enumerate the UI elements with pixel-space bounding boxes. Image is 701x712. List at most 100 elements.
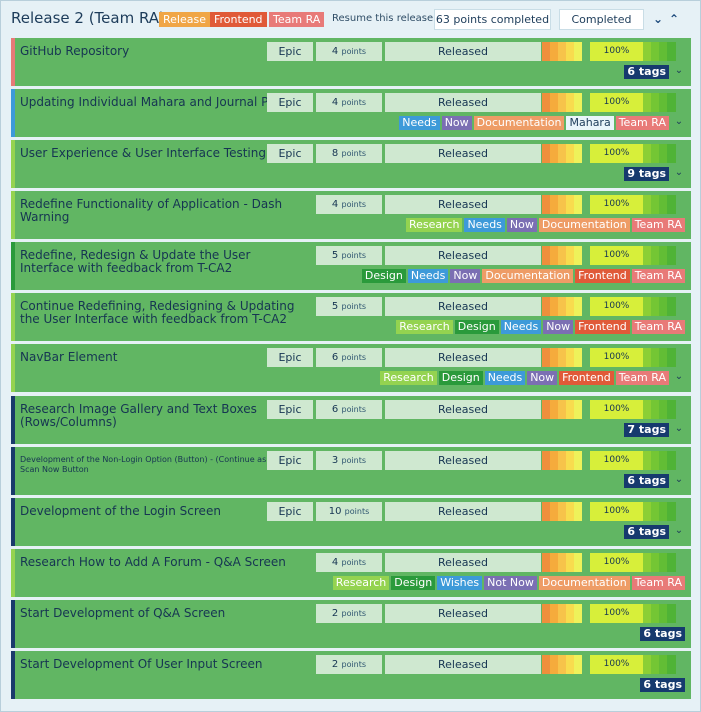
tag-team-ra[interactable]: Team RA (631, 218, 685, 232)
tag-count-badge[interactable]: 6 tags (624, 525, 669, 539)
feature-title[interactable]: GitHub Repository (20, 45, 305, 58)
feature-row[interactable]: Research How to Add A Forum - Q&A Screen… (11, 549, 691, 597)
tag-documentation[interactable]: Documentation (482, 269, 574, 283)
header-tag-frontend[interactable]: Frontend (210, 12, 267, 27)
points-field[interactable]: 8 points (316, 144, 382, 163)
feature-row[interactable]: Research Image Gallery and Text Boxes (R… (11, 396, 691, 444)
tag-count-badge[interactable]: 9 tags (624, 167, 669, 181)
status-field[interactable]: Released (385, 451, 541, 470)
feature-title[interactable]: Updating Individual Mahara and Journal P… (20, 96, 305, 109)
epic-badge[interactable]: Epic (267, 42, 313, 61)
tag-frontend[interactable]: Frontend (575, 320, 630, 334)
feature-title[interactable]: Redefine, Redesign & Update the User Int… (20, 249, 305, 275)
header-tag-team-ra[interactable]: Team RA (269, 12, 325, 27)
tag-team-ra[interactable]: Team RA (615, 116, 669, 130)
expand-chevron-icon[interactable]: ⌄ (673, 166, 685, 180)
epic-badge[interactable]: Epic (267, 451, 313, 470)
expand-chevron-icon[interactable]: ⌄ (673, 64, 685, 78)
feature-title[interactable]: Development of the Login Screen (20, 505, 305, 518)
epic-badge[interactable]: Epic (267, 93, 313, 112)
tag-needs[interactable]: Needs (464, 218, 505, 232)
feature-row[interactable]: User Experience & User Interface Testing… (11, 140, 691, 188)
expand-chevron-icon[interactable]: ⌄ (673, 370, 685, 384)
tag-research[interactable]: Research (396, 320, 453, 334)
expand-chevron-icon[interactable]: ⌄ (673, 473, 685, 487)
tag-not-now[interactable]: Not Now (484, 576, 537, 590)
epic-badge[interactable]: Epic (267, 144, 313, 163)
tag-documentation[interactable]: Documentation (473, 116, 565, 130)
status-field[interactable]: Released (385, 502, 541, 521)
feature-title[interactable]: Redefine Functionality of Application - … (20, 198, 305, 224)
feature-title[interactable]: User Experience & User Interface Testing (20, 147, 305, 160)
points-field[interactable]: 2 points (316, 604, 382, 623)
tag-now[interactable]: Now (506, 218, 537, 232)
tag-now[interactable]: Now (441, 116, 472, 130)
feature-row[interactable]: Redefine Functionality of Application - … (11, 191, 691, 239)
tag-design[interactable]: Design (438, 371, 483, 385)
status-field[interactable]: Released (385, 246, 541, 265)
tag-design[interactable]: Design (454, 320, 499, 334)
tag-team-ra[interactable]: Team RA (615, 371, 669, 385)
collapse-all-icon[interactable]: ⌄ (651, 11, 665, 27)
tag-needs[interactable]: Needs (500, 320, 542, 334)
release-status-select[interactable]: Completed (559, 9, 644, 30)
points-field[interactable]: 10 points (316, 502, 382, 521)
points-field[interactable]: 4 points (316, 93, 382, 112)
feature-title[interactable]: Development of the Non-Login Option (But… (20, 455, 305, 475)
tag-research[interactable]: Research (332, 576, 390, 590)
tag-count-badge[interactable]: 6 tags (624, 474, 669, 488)
points-field[interactable]: 5 points (316, 297, 382, 316)
resume-release-link[interactable]: Resume this release (332, 13, 433, 24)
feature-row[interactable]: Development of the Login Screen Epic 10 po… (11, 498, 691, 546)
points-field[interactable]: 4 points (316, 195, 382, 214)
status-field[interactable]: Released (385, 42, 541, 61)
release-title[interactable]: Release 2 (Team RA) (11, 9, 165, 27)
expand-chevron-icon[interactable]: ⌄ (673, 422, 685, 436)
status-field[interactable]: Released (385, 93, 541, 112)
feature-row[interactable]: Continue Redefining, Redesigning & Updat… (11, 293, 691, 341)
feature-title[interactable]: Research Image Gallery and Text Boxes (R… (20, 403, 305, 429)
tag-design[interactable]: Design (361, 269, 406, 283)
status-field[interactable]: Released (385, 297, 541, 316)
tag-count-badge[interactable]: 6 tags (640, 678, 685, 692)
tag-count-badge[interactable]: 6 tags (640, 627, 685, 641)
tag-team-ra[interactable]: Team RA (631, 320, 685, 334)
tag-mahara[interactable]: Mahara (566, 116, 614, 130)
expand-chevron-icon[interactable]: ⌄ (673, 115, 685, 129)
feature-row[interactable]: Start Development Of User Input Screen 2 … (11, 651, 691, 699)
feature-row[interactable]: GitHub Repository Epic 4 points Released 100… (11, 38, 691, 86)
feature-row[interactable]: Updating Individual Mahara and Journal P… (11, 89, 691, 137)
status-field[interactable]: Released (385, 400, 541, 419)
tag-frontend[interactable]: Frontend (575, 269, 630, 283)
tag-count-badge[interactable]: 7 tags (624, 423, 669, 437)
tag-now[interactable]: Now (450, 269, 481, 283)
tag-research[interactable]: Research (380, 371, 437, 385)
feature-title[interactable]: Research How to Add A Forum - Q&A Screen (20, 556, 305, 569)
points-field[interactable]: 4 points (316, 553, 382, 572)
points-field[interactable]: 5 points (316, 246, 382, 265)
feature-row[interactable]: NavBar Element Epic 6 points Released 100% Re… (11, 344, 691, 392)
feature-row[interactable]: Development of the Non-Login Option (But… (11, 447, 691, 495)
epic-badge[interactable]: Epic (267, 348, 313, 367)
tag-wishes[interactable]: Wishes (437, 576, 483, 590)
epic-badge[interactable]: Epic (267, 400, 313, 419)
tag-count-badge[interactable]: 6 tags (624, 65, 669, 79)
tag-team-ra[interactable]: Team RA (631, 576, 685, 590)
tag-needs[interactable]: Needs (407, 269, 449, 283)
tag-frontend[interactable]: Frontend (559, 371, 614, 385)
points-field[interactable]: 3 points (316, 451, 382, 470)
expand-all-icon[interactable]: ⌃ (667, 11, 681, 27)
feature-title[interactable]: Continue Redefining, Redesigning & Updat… (20, 300, 305, 326)
epic-badge[interactable]: Epic (267, 502, 313, 521)
tag-needs[interactable]: Needs (484, 371, 526, 385)
status-field[interactable]: Released (385, 655, 541, 674)
tag-research[interactable]: Research (405, 218, 463, 232)
status-field[interactable]: Released (385, 553, 541, 572)
tag-now[interactable]: Now (527, 371, 558, 385)
tag-team-ra[interactable]: Team RA (631, 269, 685, 283)
status-field[interactable]: Released (385, 144, 541, 163)
status-field[interactable]: Released (385, 604, 541, 623)
feature-title[interactable]: Start Development of Q&A Screen (20, 607, 305, 620)
tag-documentation[interactable]: Documentation (538, 218, 630, 232)
status-field[interactable]: Released (385, 348, 541, 367)
